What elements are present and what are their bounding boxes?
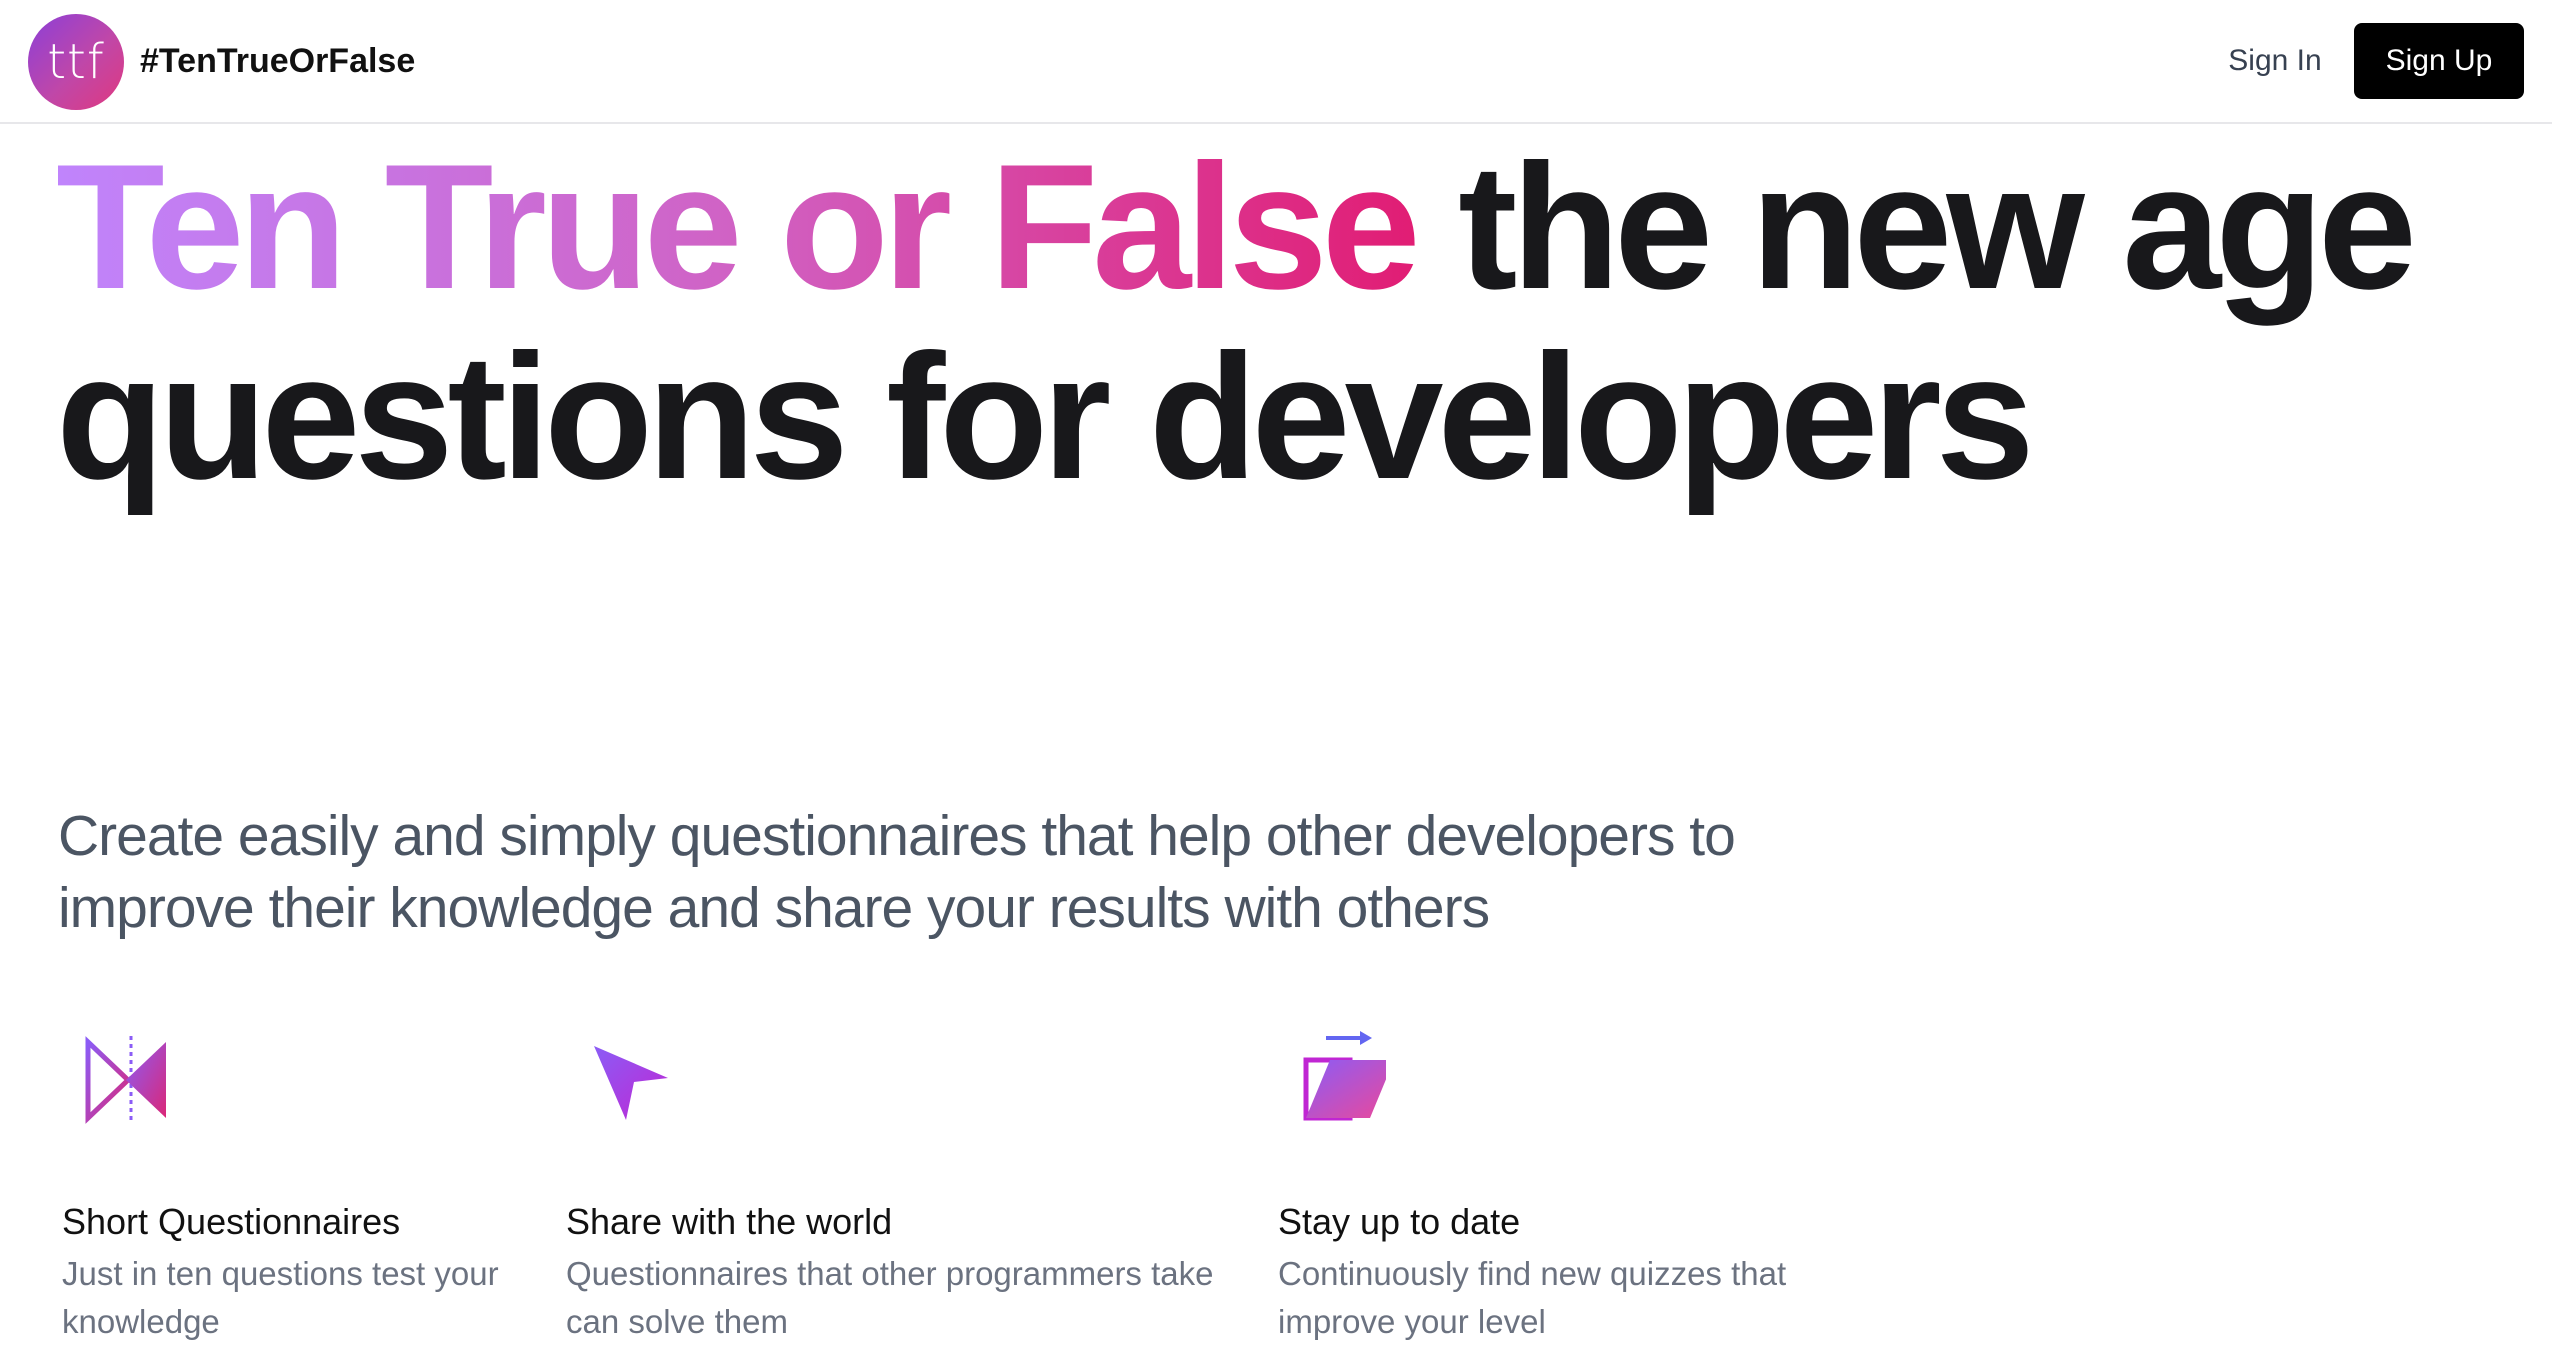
feature-short-questionnaires: Short Questionnaires Just in ten questio… xyxy=(60,1020,499,1340)
sign-up-button[interactable]: Sign Up xyxy=(2354,23,2524,99)
feature-title: Share with the world xyxy=(566,1201,893,1242)
logo-text: ttf xyxy=(47,34,105,90)
feature-description: Just in ten questions test your knowledg… xyxy=(62,1255,499,1340)
feature-title: Short Questionnaires xyxy=(62,1201,401,1242)
feature-title: Stay up to date xyxy=(1278,1201,1521,1242)
feature-share-world: Share with the world Questionnaires that… xyxy=(564,1020,1213,1340)
sign-in-link[interactable]: Sign In xyxy=(2200,38,2350,84)
feature-description: Questionnaires that other programmers ta… xyxy=(566,1255,1214,1340)
hero-title-highlight: Ten True or False xyxy=(56,127,1421,326)
hero-title: Ten True or False the new age questions … xyxy=(56,132,2456,512)
feature-stay-up-to-date: Stay up to date Continuously find new qu… xyxy=(1276,1020,1786,1340)
hero-subtitle: Create easily and simply questionnaires … xyxy=(58,804,1736,940)
brand-name[interactable]: #TenTrueOrFalse xyxy=(140,38,415,84)
cursor-arrow-icon xyxy=(594,1046,668,1120)
export-folder-icon xyxy=(1303,1031,1386,1121)
mirror-triangles-icon xyxy=(85,1036,166,1124)
logo-badge[interactable]: ttf xyxy=(28,14,124,110)
feature-description: Continuously find new quizzes that impro… xyxy=(1278,1255,1787,1340)
top-navbar: ttf #TenTrueOrFalse Sign In Sign Up xyxy=(0,0,2552,124)
